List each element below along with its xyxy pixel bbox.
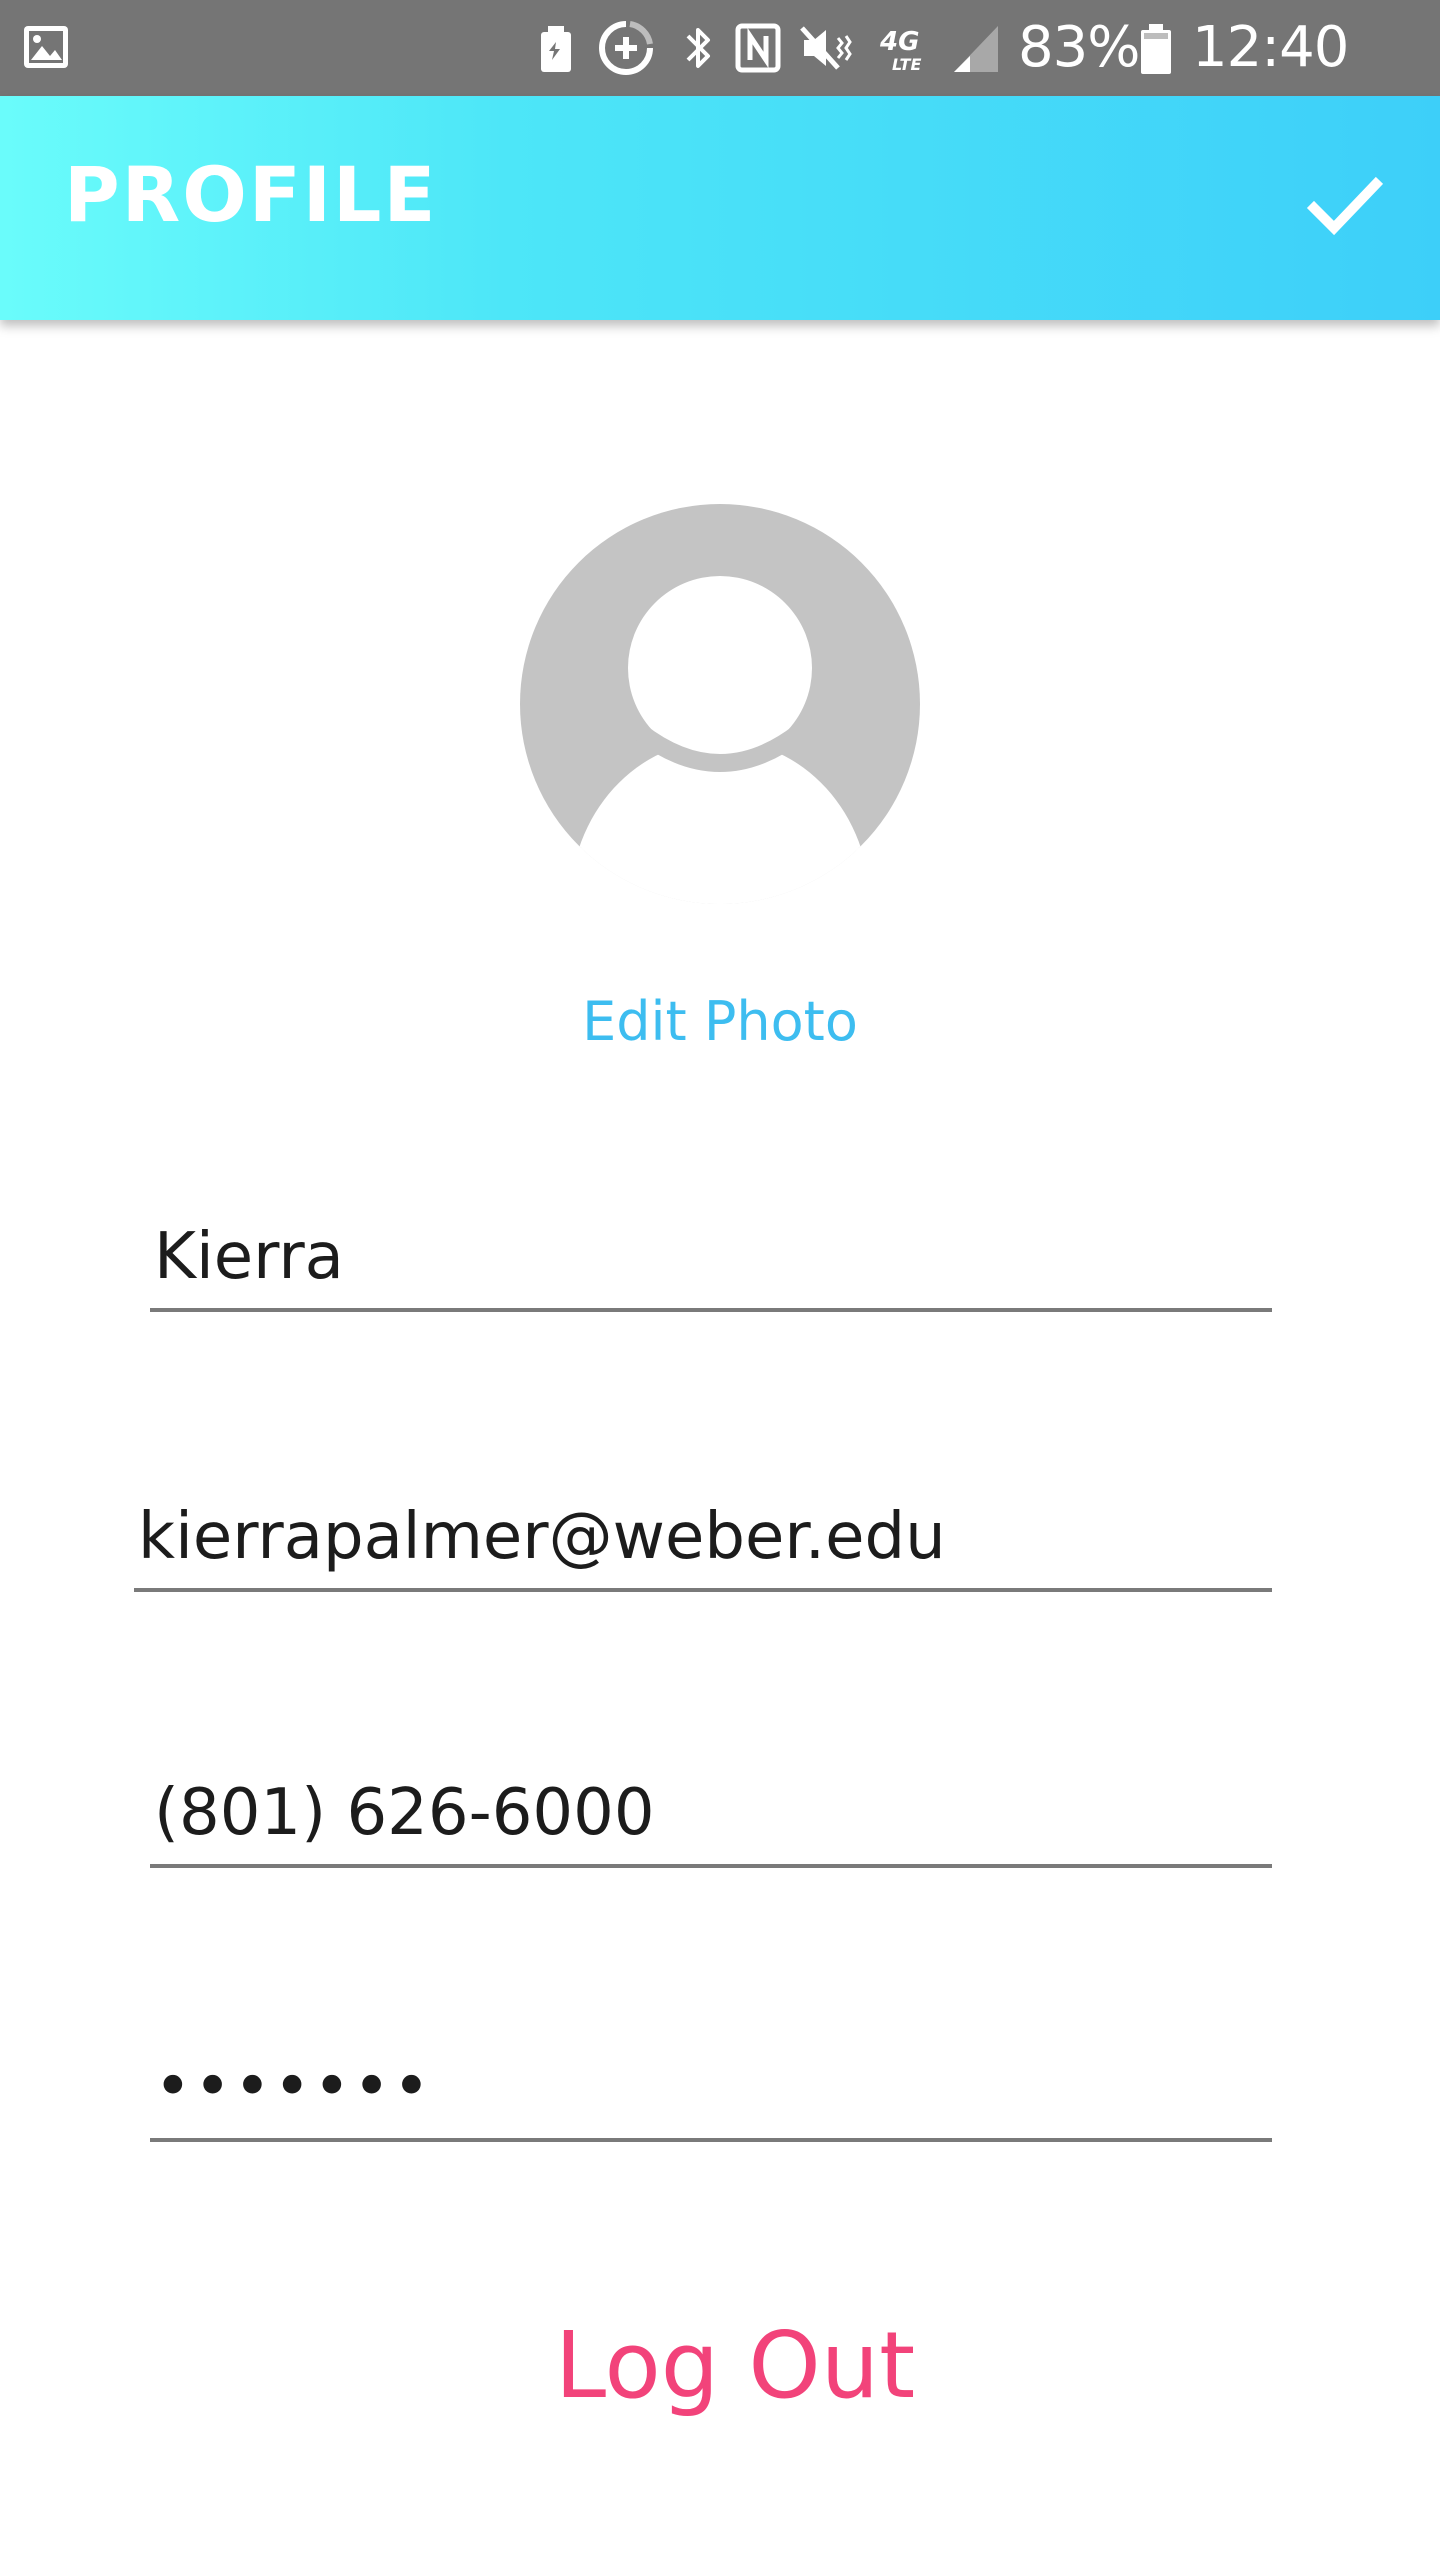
bluetooth-icon	[686, 28, 710, 68]
password-field-container	[150, 2050, 1276, 2142]
battery-saver-icon	[541, 26, 571, 72]
nfc-icon	[735, 23, 781, 73]
email-field-container	[134, 1500, 1276, 1592]
check-icon	[1306, 176, 1384, 236]
default-avatar-icon[interactable]	[520, 504, 920, 904]
network-4g-icon: 4G LTE	[879, 27, 921, 74]
logout-label: Log Out	[554, 2312, 916, 2419]
edit-photo-link[interactable]: Edit Photo	[0, 990, 1440, 1053]
password-field[interactable]	[150, 2050, 1276, 2138]
data-saver-icon	[599, 21, 653, 75]
mute-icon	[800, 26, 852, 70]
svg-text:4G: 4G	[879, 27, 919, 57]
logout-button[interactable]: Log Out	[0, 2312, 1440, 2419]
battery-icon	[1141, 24, 1171, 74]
phone-field[interactable]	[150, 1776, 1276, 1864]
name-field[interactable]	[150, 1220, 1276, 1308]
page-title: PROFILE	[64, 150, 438, 239]
app-bar: PROFILE	[0, 96, 1440, 320]
clock: 12:40 PM	[1192, 15, 1349, 176]
battery-percent: 83%	[1018, 15, 1140, 80]
save-button[interactable]	[1284, 146, 1404, 266]
name-field-container	[150, 1220, 1276, 1312]
email-field[interactable]	[134, 1500, 1276, 1588]
gallery-icon	[24, 26, 68, 68]
status-bar: 4G LTE 83% 12:40 PM	[0, 0, 1440, 176]
signal-icon	[954, 26, 998, 72]
phone-field-container	[150, 1776, 1276, 1868]
svg-text:LTE: LTE	[892, 55, 921, 74]
